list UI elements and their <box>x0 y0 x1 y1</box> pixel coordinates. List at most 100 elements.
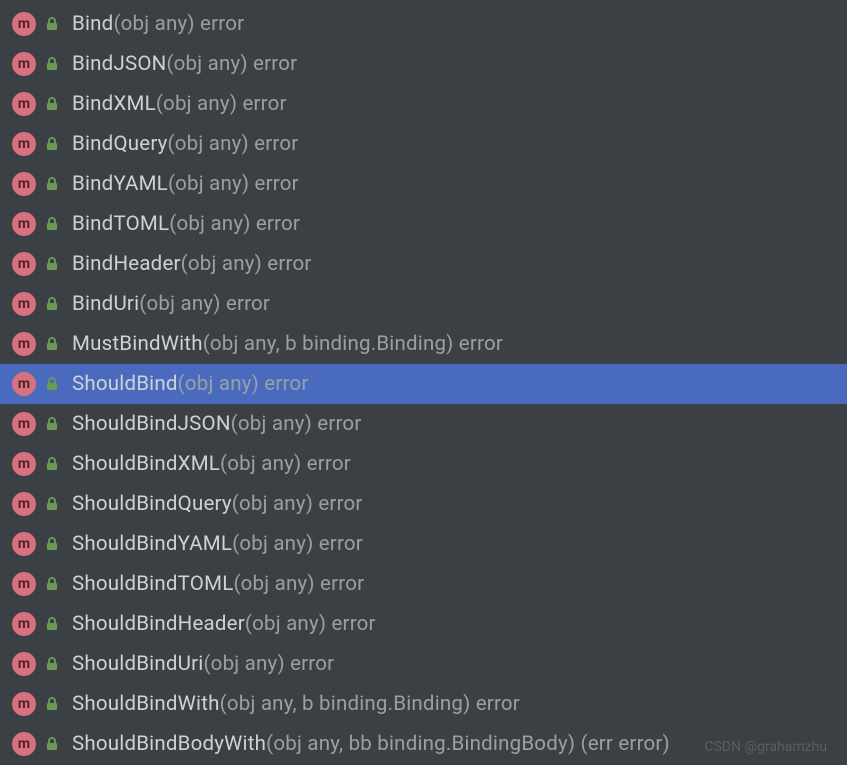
method-icon: m <box>12 172 36 196</box>
lock-icon <box>44 456 60 472</box>
method-name: ShouldBindJSON <box>72 412 231 436</box>
lock-icon <box>44 616 60 632</box>
completion-item[interactable]: m BindHeader(obj any) error <box>0 244 847 284</box>
method-icon: m <box>12 12 36 36</box>
method-name: BindXML <box>72 92 156 116</box>
method-text: ShouldBindXML(obj any) error <box>72 452 351 476</box>
method-text: ShouldBind(obj any) error <box>72 372 308 396</box>
method-text: ShouldBindQuery(obj any) error <box>72 492 363 516</box>
method-name: BindYAML <box>72 172 168 196</box>
completion-item[interactable]: mBindXML(obj any) error <box>0 84 847 124</box>
method-text: BindUri(obj any) error <box>72 292 270 316</box>
completion-item[interactable]: m ShouldBind(obj any) error <box>0 364 847 404</box>
method-text: BindJSON(obj any) error <box>72 52 297 76</box>
method-signature: (obj any) error <box>220 452 351 476</box>
lock-icon <box>44 56 60 72</box>
method-name: MustBindWith <box>72 332 203 356</box>
lock-icon <box>44 96 60 112</box>
method-signature: (obj any) error <box>203 652 334 676</box>
method-signature: (obj any) error <box>233 572 364 596</box>
method-icon: m <box>12 612 36 636</box>
method-name: ShouldBind <box>72 372 178 396</box>
method-signature: (obj any) error <box>169 212 300 236</box>
lock-icon <box>44 736 60 752</box>
lock-icon <box>44 576 60 592</box>
method-icon: m <box>12 412 36 436</box>
completion-item[interactable]: mBindJSON(obj any) error <box>0 44 847 84</box>
method-name: BindTOML <box>72 212 169 236</box>
method-signature: (obj any) error <box>232 492 363 516</box>
lock-icon <box>44 656 60 672</box>
method-icon: m <box>12 692 36 716</box>
method-signature: (obj any, b binding.Binding) error <box>220 692 520 716</box>
method-signature: (obj any) error <box>139 292 270 316</box>
method-icon: m <box>12 572 36 596</box>
lock-icon <box>44 376 60 392</box>
method-signature: (obj any) error <box>156 92 287 116</box>
method-signature: (obj any) error <box>168 172 299 196</box>
lock-icon <box>44 696 60 712</box>
method-text: MustBindWith(obj any, b binding.Binding)… <box>72 332 503 356</box>
method-name: ShouldBindXML <box>72 452 220 476</box>
method-signature: (obj any, bb binding.BindingBody) (err e… <box>266 732 670 756</box>
method-text: BindQuery(obj any) error <box>72 132 298 156</box>
method-icon: m <box>12 212 36 236</box>
lock-icon <box>44 256 60 272</box>
method-name: BindQuery <box>72 132 168 156</box>
method-icon: m <box>12 452 36 476</box>
lock-icon <box>44 536 60 552</box>
completion-item[interactable]: m ShouldBindQuery(obj any) error <box>0 484 847 524</box>
method-name: ShouldBindBodyWith <box>72 732 266 756</box>
lock-icon <box>44 296 60 312</box>
method-text: ShouldBindUri(obj any) error <box>72 652 334 676</box>
completion-item[interactable]: mShouldBindYAML(obj any) error <box>0 524 847 564</box>
lock-icon <box>44 496 60 512</box>
completion-item[interactable]: m BindYAML(obj any) error <box>0 164 847 204</box>
completion-item[interactable]: m ShouldBindUri(obj any) error <box>0 644 847 684</box>
method-icon: m <box>12 732 36 756</box>
method-signature: (obj any) error <box>166 52 297 76</box>
method-name: BindJSON <box>72 52 166 76</box>
method-text: BindYAML(obj any) error <box>72 172 299 196</box>
method-name: ShouldBindYAML <box>72 532 232 556</box>
completion-item[interactable]: m ShouldBindHeader(obj any) error <box>0 604 847 644</box>
method-text: ShouldBindJSON(obj any) error <box>72 412 361 436</box>
method-icon: m <box>12 252 36 276</box>
lock-icon <box>44 16 60 32</box>
completion-item[interactable]: m BindTOML(obj any) error <box>0 204 847 244</box>
completion-item[interactable]: m BindQuery(obj any) error <box>0 124 847 164</box>
method-name: ShouldBindHeader <box>72 612 245 636</box>
method-name: ShouldBindWith <box>72 692 220 716</box>
method-name: ShouldBindTOML <box>72 572 233 596</box>
method-signature: (obj any) error <box>178 372 309 396</box>
method-text: ShouldBindTOML(obj any) error <box>72 572 364 596</box>
method-name: ShouldBindQuery <box>72 492 232 516</box>
watermark-text: CSDN @grahamzhu <box>704 739 827 755</box>
method-signature: (obj any) error <box>181 252 312 276</box>
method-name: ShouldBindUri <box>72 652 203 676</box>
method-name: BindHeader <box>72 252 181 276</box>
lock-icon <box>44 176 60 192</box>
method-text: BindTOML(obj any) error <box>72 212 300 236</box>
completion-item[interactable]: mMustBindWith(obj any, b binding.Binding… <box>0 324 847 364</box>
completion-item[interactable]: m Bind(obj any) error <box>0 4 847 44</box>
method-signature: (obj any) error <box>232 532 363 556</box>
method-text: Bind(obj any) error <box>72 12 244 36</box>
completion-item[interactable]: m ShouldBindJSON(obj any) error <box>0 404 847 444</box>
lock-icon <box>44 216 60 232</box>
method-text: BindHeader(obj any) error <box>72 252 311 276</box>
lock-icon <box>44 136 60 152</box>
method-text: ShouldBindYAML(obj any) error <box>72 532 363 556</box>
method-icon: m <box>12 492 36 516</box>
completion-item[interactable]: m BindUri(obj any) error <box>0 284 847 324</box>
method-icon: m <box>12 132 36 156</box>
method-signature: (obj any) error <box>245 612 376 636</box>
completion-item[interactable]: m ShouldBindTOML(obj any) error <box>0 564 847 604</box>
method-signature: (obj any) error <box>231 412 362 436</box>
method-icon: m <box>12 372 36 396</box>
method-icon: m <box>12 292 36 316</box>
completion-item[interactable]: m ShouldBindXML(obj any) error <box>0 444 847 484</box>
method-signature: (obj any) error <box>113 12 244 36</box>
method-icon: m <box>12 652 36 676</box>
completion-item[interactable]: m ShouldBindWith(obj any, b binding.Bindi… <box>0 684 847 724</box>
